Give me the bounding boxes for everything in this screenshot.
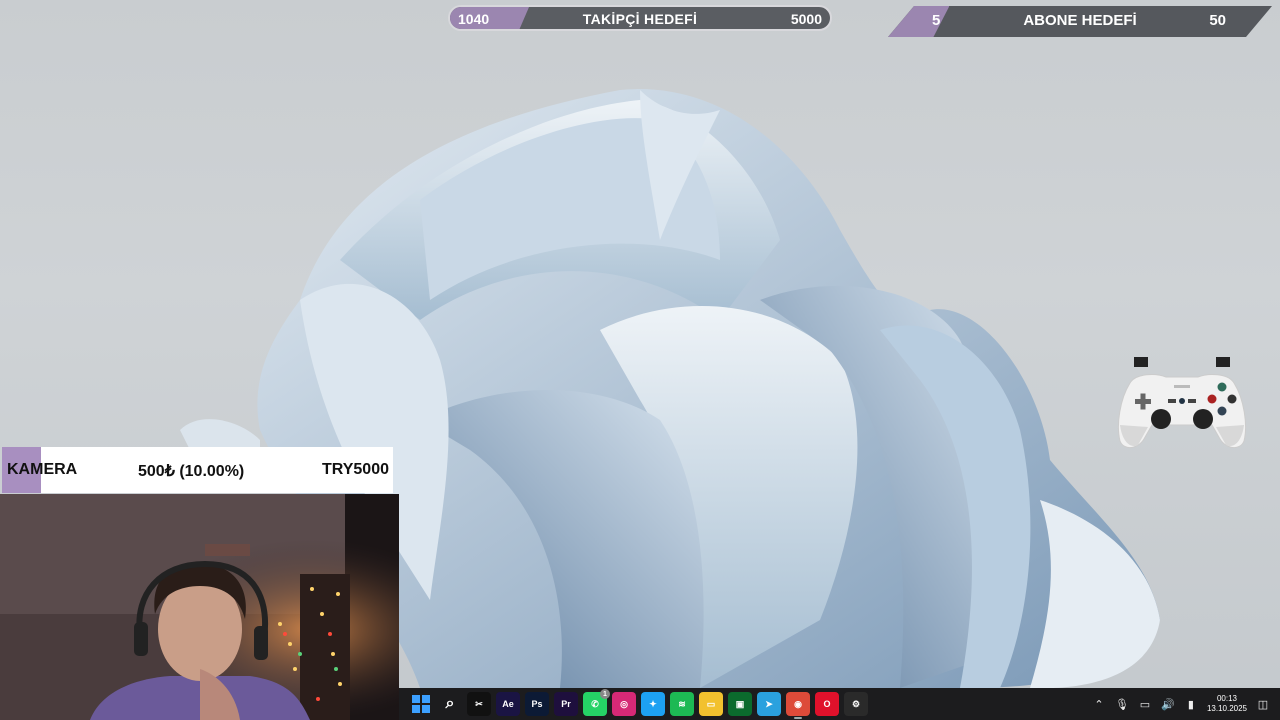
donation-goal-target: TRY5000: [322, 461, 389, 478]
battery-icon[interactable]: ▮: [1184, 697, 1198, 711]
notification-icon[interactable]: ◫: [1256, 697, 1270, 711]
clock-date: 13.10.2025: [1206, 704, 1247, 713]
twitter-icon[interactable]: ✦: [641, 692, 665, 716]
chrome-icon[interactable]: ◉: [786, 692, 810, 719]
taskbar-apps: ⌕ ✂ Ae Ps Pr ✆ 1 ◎ ✦ ≋ ▭ ▣ ➤ ◉ O ⚙: [409, 689, 868, 719]
donation-goal-amount: 500₺ (10.00%): [138, 463, 245, 480]
spotify-icon[interactable]: ≋: [670, 692, 694, 716]
subscriber-goal-bar: 5 ABONE HEDEFİ 50: [888, 6, 1272, 37]
volume-icon[interactable]: 🔊: [1161, 697, 1175, 711]
clock-time: 00:13: [1216, 694, 1237, 703]
webcam-image: [0, 494, 399, 720]
network-icon[interactable]: ▭: [1138, 697, 1152, 711]
search-icon[interactable]: ⌕: [438, 692, 462, 716]
gamepad-icon: [1117, 357, 1247, 448]
donation-goal-label: KAMERA: [7, 461, 78, 478]
chevron-up-icon[interactable]: ⌃: [1092, 697, 1106, 711]
after-effects-icon[interactable]: Ae: [496, 692, 520, 716]
instagram-icon[interactable]: ◎: [612, 692, 636, 716]
steam-icon[interactable]: ⚙: [844, 692, 868, 716]
opera-icon[interactable]: O: [815, 692, 839, 716]
telegram-icon[interactable]: ➤: [757, 692, 781, 716]
follower-goal-bar: 1040 TAKİPÇİ HEDEFİ 5000: [448, 5, 832, 31]
webcam-feed: [0, 494, 399, 720]
premiere-icon[interactable]: Pr: [554, 692, 578, 716]
donation-goal-bar: KAMERA 500₺ (10.00%) TRY5000: [2, 447, 393, 493]
taskbar-clock[interactable]: 00:13 13.10.2025: [1207, 694, 1247, 714]
follower-goal-target: 5000: [790, 11, 822, 27]
notification-badge: 1: [600, 689, 610, 699]
capcut-icon[interactable]: ✂: [467, 692, 491, 716]
whatsapp-icon[interactable]: ✆ 1: [583, 689, 610, 716]
taskbar: ⌕ ✂ Ae Ps Pr ✆ 1 ◎ ✦ ≋ ▭ ▣ ➤ ◉ O ⚙ ⌃ 🎙 ▭ 🔊 ▮ 00:13 13.1…: [399, 688, 1280, 720]
subscriber-goal-target: 50: [1209, 12, 1226, 29]
windows-start-icon[interactable]: [409, 692, 433, 716]
system-tray: ⌃ 🎙 ▭ 🔊 ▮ 00:13 13.10.2025 ◫: [1092, 688, 1270, 720]
terminal-icon[interactable]: ▣: [728, 692, 752, 716]
photoshop-icon[interactable]: Ps: [525, 692, 549, 716]
microphone-icon[interactable]: 🎙: [1115, 697, 1129, 711]
file-explorer-icon[interactable]: ▭: [699, 692, 723, 716]
follower-goal-title: TAKİPÇİ HEDEFİ: [582, 11, 698, 27]
